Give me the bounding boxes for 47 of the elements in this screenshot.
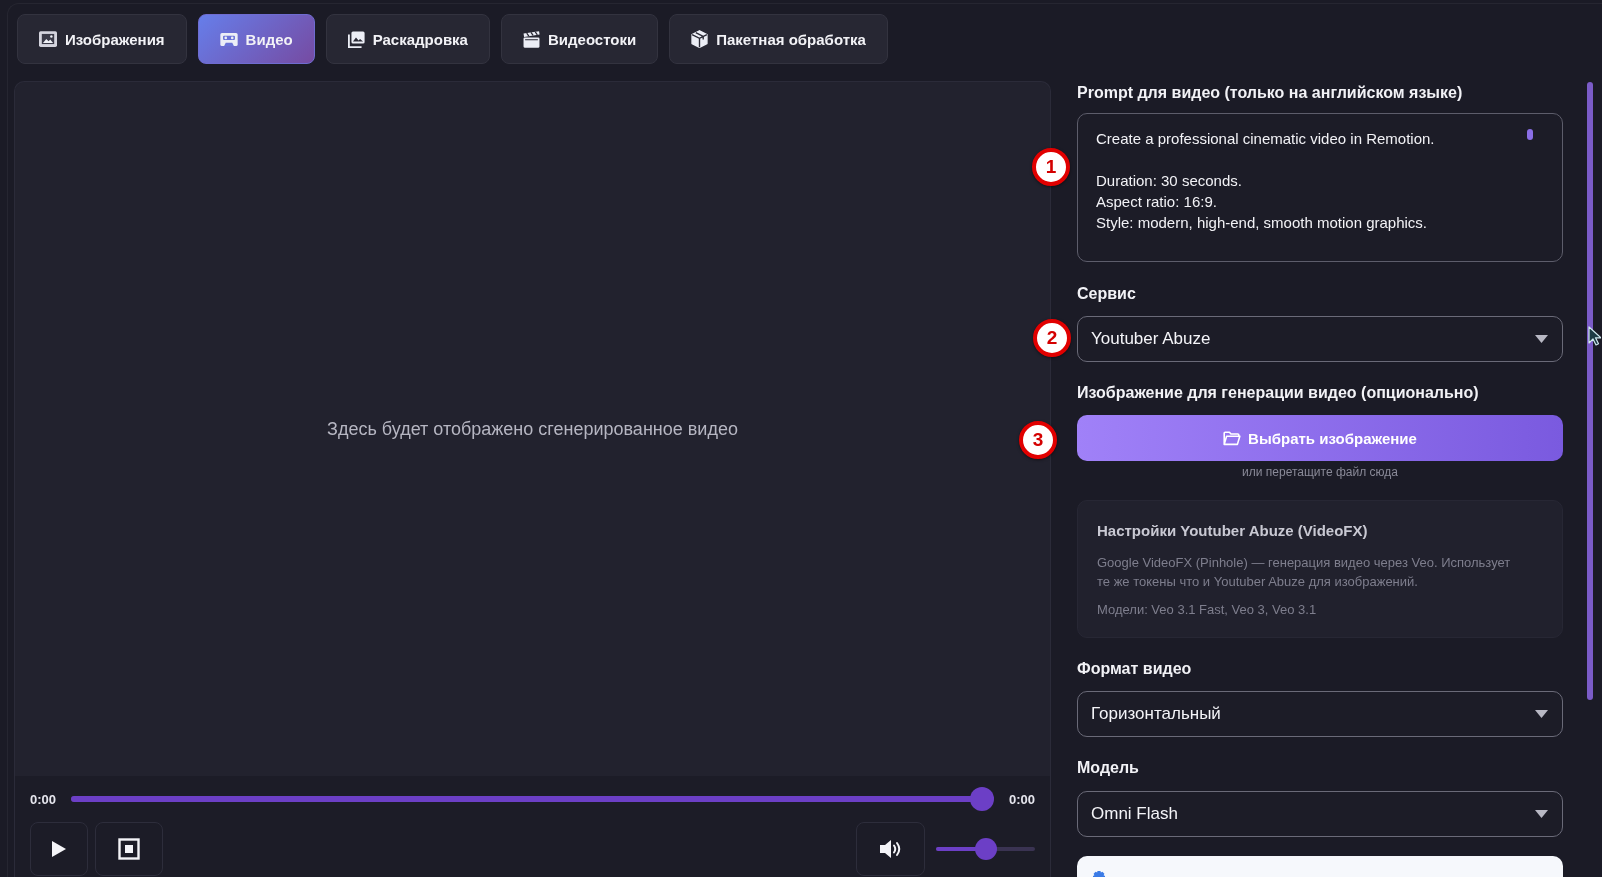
volume-button[interactable]: [856, 822, 925, 876]
package-icon: [691, 30, 709, 48]
current-time: 0:00: [30, 791, 57, 807]
volume-thumb[interactable]: [974, 838, 997, 860]
image-label: Изображение для генерации видео (опционально): [1077, 383, 1480, 403]
step-marker: 2: [1033, 319, 1071, 357]
video-placeholder-text: Здесь будет отображено сгенерированное видео: [327, 418, 738, 440]
duration-time: 0:00: [1008, 791, 1035, 807]
cassette-icon: [219, 32, 238, 46]
prompt-label: Prompt для видео (только на английском языке): [1077, 83, 1464, 103]
model-label: Модель: [1077, 758, 1140, 778]
prompt-field[interactable]: Create a professional cinematic video in Remotion. Duration: 30 seconds. Aspect ratio: 16:9. Style: modern, high-end, smooth motion graphics.: [1077, 113, 1563, 262]
play-icon: [51, 840, 67, 858]
progress-thumb[interactable]: [969, 787, 994, 811]
tab[interactable]: Видеостоки: [500, 14, 659, 64]
stop-icon: [118, 838, 140, 860]
service-label: Сервис: [1077, 284, 1137, 304]
info-description: Google VideoFX (Pinhole) — генерация видео через Veo. Использует те же токены что и Youtuber Abuze для изображений.: [1097, 554, 1512, 591]
clapperboard-icon: [522, 30, 540, 48]
caret-down-icon: [1535, 335, 1548, 343]
folder-icon: [1223, 430, 1242, 446]
drop-hint: или перетащите файл сюда: [1241, 465, 1399, 479]
tab[interactable]: Видео: [197, 14, 315, 64]
caret-down-icon: [1535, 810, 1548, 818]
mouse-cursor-icon: [1588, 326, 1601, 346]
stop-button[interactable]: [95, 822, 163, 876]
tab[interactable]: Раскадровка: [325, 14, 490, 64]
format-label: Формат видео: [1077, 659, 1193, 679]
caret-down-icon: [1535, 710, 1548, 718]
play-button[interactable]: [30, 822, 88, 876]
image-icon: [347, 30, 365, 48]
info-models: Модели: Veo 3.1 Fast, Veo 3, Veo 3.1: [1097, 601, 1318, 619]
speaker-icon: [878, 839, 903, 859]
service-select[interactable]: Youtuber Abuze: [1077, 316, 1563, 362]
info-title: Настройки Youtuber Abuze (VideoFX): [1097, 522, 1369, 540]
model-select[interactable]: Omni Flash: [1077, 791, 1563, 837]
tab[interactable]: Изображения: [17, 14, 187, 64]
volume-slider[interactable]: [936, 838, 1035, 860]
gear-icon: [1093, 871, 1105, 877]
step-marker: 1: [1032, 148, 1070, 186]
choose-image-button[interactable]: Выбрать изображение: [1077, 415, 1563, 461]
scrollbar-thumb[interactable]: [1527, 129, 1533, 140]
framed-picture-icon: [39, 31, 57, 47]
tab[interactable]: Пакетная обработка: [669, 14, 888, 64]
format-select[interactable]: Горизонтальный: [1077, 691, 1563, 737]
scrollbar-thumb[interactable]: [1587, 82, 1593, 700]
progress-slider[interactable]: [71, 787, 994, 811]
